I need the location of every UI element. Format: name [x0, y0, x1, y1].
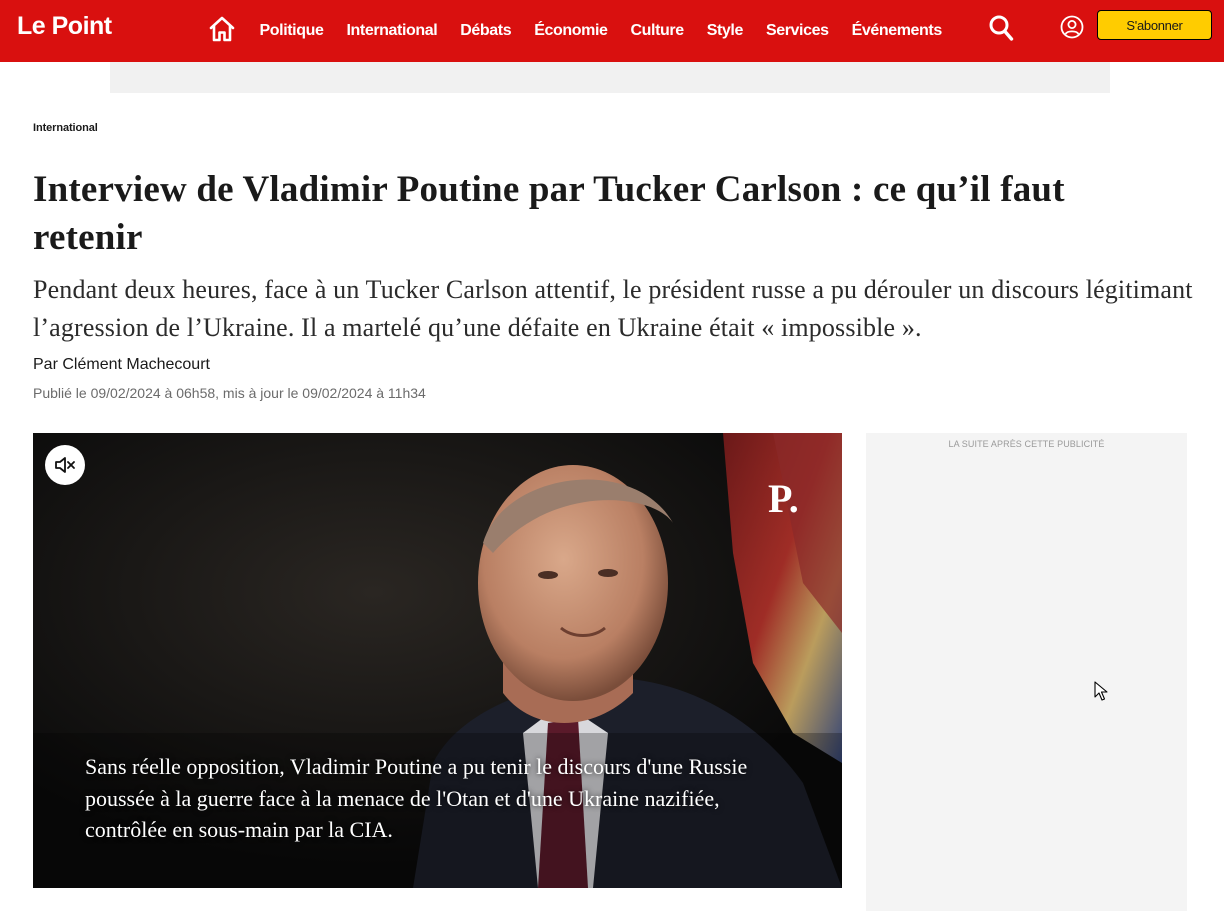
- nav-evenements[interactable]: Événements: [840, 22, 953, 40]
- top-ad-banner: [110, 62, 1110, 93]
- sidebar-ad: LA SUITE APRÈS CETTE PUBLICITÉ: [866, 433, 1187, 911]
- article-title: Interview de Vladimir Poutine par Tucker…: [33, 169, 1065, 258]
- home-icon[interactable]: [208, 15, 236, 43]
- mute-button[interactable]: [45, 445, 85, 485]
- nav-international[interactable]: International: [335, 22, 449, 40]
- byline-prefix: Par: [33, 356, 58, 373]
- video-watermark-logo: P.: [768, 476, 799, 521]
- main-nav: Politique International Débats Économie …: [248, 0, 953, 62]
- subscribe-button[interactable]: S'abonner: [1097, 10, 1212, 40]
- top-header: Le Point Politique International Débats …: [0, 0, 1224, 62]
- nav-culture[interactable]: Culture: [619, 22, 695, 40]
- nav-debats[interactable]: Débats: [449, 22, 523, 40]
- nav-style[interactable]: Style: [695, 22, 754, 40]
- article-byline: Par Clément Machecourt: [33, 356, 210, 374]
- video-caption: Sans réelle opposition, Vladimir Poutine…: [85, 754, 748, 842]
- site-logo[interactable]: Le Point: [17, 12, 112, 41]
- author-name[interactable]: Clément Machecourt: [62, 356, 210, 373]
- nav-politique[interactable]: Politique: [248, 22, 335, 40]
- muted-speaker-icon: [55, 457, 75, 473]
- article-video[interactable]: P. Sans réelle opposition, Vladimir Pout…: [33, 433, 842, 888]
- mouse-cursor-icon: [1094, 681, 1108, 701]
- account-icon[interactable]: [1060, 15, 1084, 39]
- article-rubric[interactable]: International: [33, 122, 98, 134]
- nav-services[interactable]: Services: [754, 22, 840, 40]
- nav-economie[interactable]: Économie: [523, 22, 619, 40]
- ad-label: LA SUITE APRÈS CETTE PUBLICITÉ: [948, 439, 1105, 449]
- article-standfirst: Pendant deux heures, face à un Tucker Ca…: [33, 275, 1193, 342]
- article-dates: Publié le 09/02/2024 à 06h58, mis à jour…: [33, 385, 426, 401]
- search-icon[interactable]: [988, 14, 1014, 42]
